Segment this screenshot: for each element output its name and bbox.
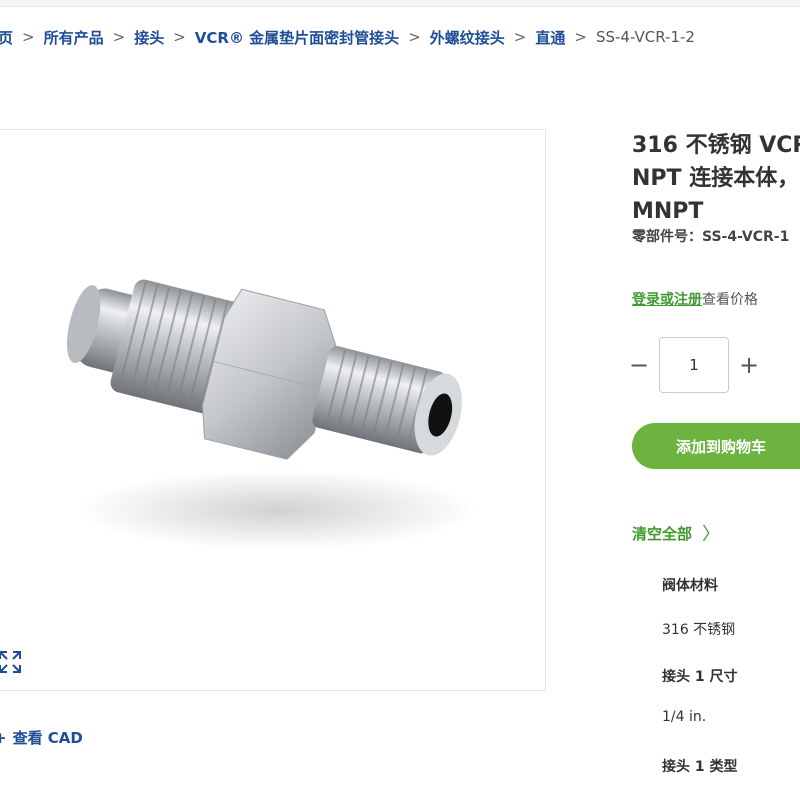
product-title: 316 不锈钢 VCR NPT 连接本体，MNPT: [632, 132, 800, 224]
decrement-button[interactable]: −: [627, 353, 651, 377]
login-register-link[interactable]: 登录或注册: [632, 292, 702, 308]
breadcrumb-home[interactable]: 页: [0, 27, 13, 48]
breadcrumb-separator: >: [173, 28, 186, 46]
increment-button[interactable]: +: [737, 353, 761, 377]
quantity-input[interactable]: [659, 337, 729, 393]
breadcrumb-all-products[interactable]: 所有产品: [44, 27, 104, 48]
quantity-stepper: − +: [627, 337, 761, 393]
add-to-cart-button[interactable]: 添加到购物车: [632, 423, 800, 469]
view-cad-link[interactable]: + 查看 CAD: [0, 727, 83, 748]
price-suffix: 查看价格: [702, 292, 758, 308]
expand-icon[interactable]: [0, 648, 24, 676]
breadcrumb-separator: >: [574, 28, 587, 46]
attribute-label: 接头 1 尺寸: [662, 669, 738, 685]
clear-all-label: 清空全部: [632, 524, 693, 543]
product-image-panel: [0, 129, 546, 691]
attribute-value: 1/4 in.: [662, 709, 707, 725]
view-cad-label: 查看 CAD: [12, 729, 83, 747]
breadcrumb-separator: >: [112, 28, 126, 46]
breadcrumb: 页 > 所有产品 > 接头 > VCR® 金属垫片面密封管接头 > 外螺纹接头 …: [0, 26, 695, 48]
clear-all-button[interactable]: 清空全部 〉: [632, 520, 720, 546]
breadcrumb-vcr[interactable]: VCR® 金属垫片面密封管接头: [195, 27, 399, 48]
attribute-label: 阀体材料: [662, 578, 718, 594]
price-prompt: 登录或注册查看价格: [632, 289, 758, 309]
breadcrumb-separator: >: [408, 28, 421, 46]
plus-icon: +: [0, 728, 7, 747]
breadcrumb-separator: >: [22, 28, 35, 46]
product-image: [66, 279, 478, 550]
part-number: 零部件号：SS-4-VCR-1: [632, 229, 790, 245]
section-heading-cropped: [0, 790, 106, 802]
breadcrumb-fittings[interactable]: 接头: [134, 27, 164, 48]
breadcrumb-straight[interactable]: 直通: [535, 27, 565, 48]
attribute-label: 接头 1 类型: [662, 759, 738, 775]
breadcrumb-current: SS-4-VCR-1-2: [595, 28, 695, 46]
attribute-value: 316 不锈钢: [662, 622, 736, 638]
breadcrumb-male-connectors[interactable]: 外螺纹接头: [430, 27, 505, 48]
breadcrumb-separator: >: [513, 28, 527, 46]
chevron-right-icon: 〉: [702, 524, 721, 545]
top-bar: [0, 0, 800, 7]
